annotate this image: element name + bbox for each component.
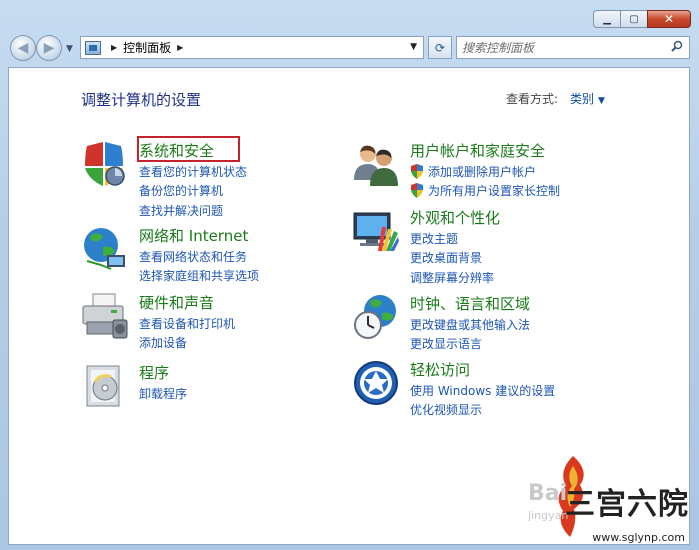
search-input[interactable] [462, 40, 662, 55]
uac-shield-icon [411, 183, 423, 198]
appearance-icon[interactable] [352, 207, 400, 255]
watermark: Bai jingyan 三宫六院 www.sglynp.com [528, 451, 693, 546]
link-homegroup-sharing[interactable]: 选择家庭组和共享选项 [139, 267, 259, 284]
link-troubleshoot[interactable]: 查找并解决问题 [139, 202, 223, 219]
clock-globe-icon[interactable] [352, 293, 400, 341]
link-backup-computer[interactable]: 备份您的计算机 [139, 182, 223, 199]
watermark-url: www.sglynp.com [592, 531, 685, 544]
maximize-button[interactable]: ▢ [620, 10, 648, 28]
link-add-remove-accounts[interactable]: 添加或删除用户帐户 [410, 163, 536, 180]
back-button[interactable]: ◀ [10, 35, 36, 61]
highlight-box [137, 136, 240, 162]
back-arrow-icon: ◀ [17, 40, 29, 56]
forward-arrow-icon: ▶ [43, 40, 55, 56]
link-adjust-resolution[interactable]: 调整屏幕分辨率 [410, 269, 494, 286]
refresh-icon: ⟳ [434, 40, 446, 55]
users-icon[interactable] [352, 140, 400, 188]
link-text[interactable]: 为所有用户设置家长控制 [428, 184, 560, 198]
category-title-programs[interactable]: 程序 [139, 362, 169, 383]
link-network-status[interactable]: 查看网络状态和任务 [139, 248, 247, 265]
category-title-hardware[interactable]: 硬件和声音 [139, 292, 214, 313]
caption-buttons: ▁ ▢ ✕ [593, 10, 691, 28]
window-frame: ▁ ▢ ✕ ◀ ▶ ▼ ▶ 控制面板 ▶ ▼ ⟳ 调整计算机的设置 查看方式: … [0, 0, 699, 550]
address-dropdown-icon[interactable]: ▼ [410, 42, 417, 52]
uac-shield-icon [411, 164, 423, 179]
link-change-background[interactable]: 更改桌面背景 [410, 249, 482, 266]
ease-of-access-icon[interactable] [352, 359, 400, 407]
recent-pages-dropdown-icon[interactable]: ▼ [66, 44, 73, 54]
link-change-display-language[interactable]: 更改显示语言 [410, 335, 482, 352]
category-title-ease-of-access[interactable]: 轻松访问 [410, 359, 470, 380]
jingyan-watermark: jingyan [528, 509, 569, 522]
close-button[interactable]: ✕ [647, 10, 691, 28]
brand-watermark: 三宫六院 [565, 487, 689, 522]
forward-button[interactable]: ▶ [36, 35, 62, 61]
globe-network-icon[interactable] [81, 225, 129, 273]
link-add-device[interactable]: 添加设备 [139, 334, 187, 351]
view-by-dropdown[interactable]: 类别 ▼ [570, 90, 605, 107]
link-devices-printers[interactable]: 查看设备和打印机 [139, 315, 235, 332]
shield-icon[interactable] [81, 140, 129, 188]
link-change-theme[interactable]: 更改主题 [410, 230, 458, 247]
page-title: 调整计算机的设置 [81, 91, 202, 109]
printer-icon[interactable] [81, 292, 129, 340]
refresh-button[interactable]: ⟳ [428, 36, 452, 59]
category-title-appearance[interactable]: 外观和个性化 [410, 207, 500, 228]
search-box[interactable] [456, 36, 690, 59]
category-title-clock-language[interactable]: 时钟、语言和区域 [410, 293, 530, 314]
link-change-keyboard[interactable]: 更改键盘或其他输入法 [410, 316, 530, 333]
baidu-watermark: Bai [528, 481, 568, 506]
breadcrumb-control-panel[interactable]: 控制面板 [123, 39, 171, 56]
search-icon[interactable] [671, 40, 683, 52]
breadcrumb-separator-icon[interactable]: ▶ [177, 43, 183, 52]
link-windows-recommended-settings[interactable]: 使用 Windows 建议的设置 [410, 382, 555, 399]
breadcrumb-separator-icon[interactable]: ▶ [111, 43, 117, 52]
chevron-down-icon[interactable]: ▼ [598, 96, 605, 106]
navigation-bar: ◀ ▶ ▼ ▶ 控制面板 ▶ ▼ ⟳ [10, 34, 690, 62]
view-by-value[interactable]: 类别 [570, 92, 594, 106]
link-text[interactable]: 添加或删除用户帐户 [428, 165, 536, 179]
link-parental-controls[interactable]: 为所有用户设置家长控制 [410, 182, 560, 199]
link-view-computer-status[interactable]: 查看您的计算机状态 [139, 163, 247, 180]
view-by-label: 查看方式: [506, 92, 559, 106]
control-panel-icon [85, 40, 101, 55]
link-uninstall-program[interactable]: 卸载程序 [139, 385, 187, 402]
address-bar[interactable]: ▶ 控制面板 ▶ ▼ [80, 36, 424, 59]
minimize-button[interactable]: ▁ [593, 10, 621, 28]
category-title-network[interactable]: 网络和 Internet [139, 225, 248, 246]
link-optimize-visual-display[interactable]: 优化视频显示 [410, 401, 482, 418]
programs-icon[interactable] [81, 362, 129, 410]
category-title-user-accounts[interactable]: 用户帐户和家庭安全 [410, 140, 545, 161]
